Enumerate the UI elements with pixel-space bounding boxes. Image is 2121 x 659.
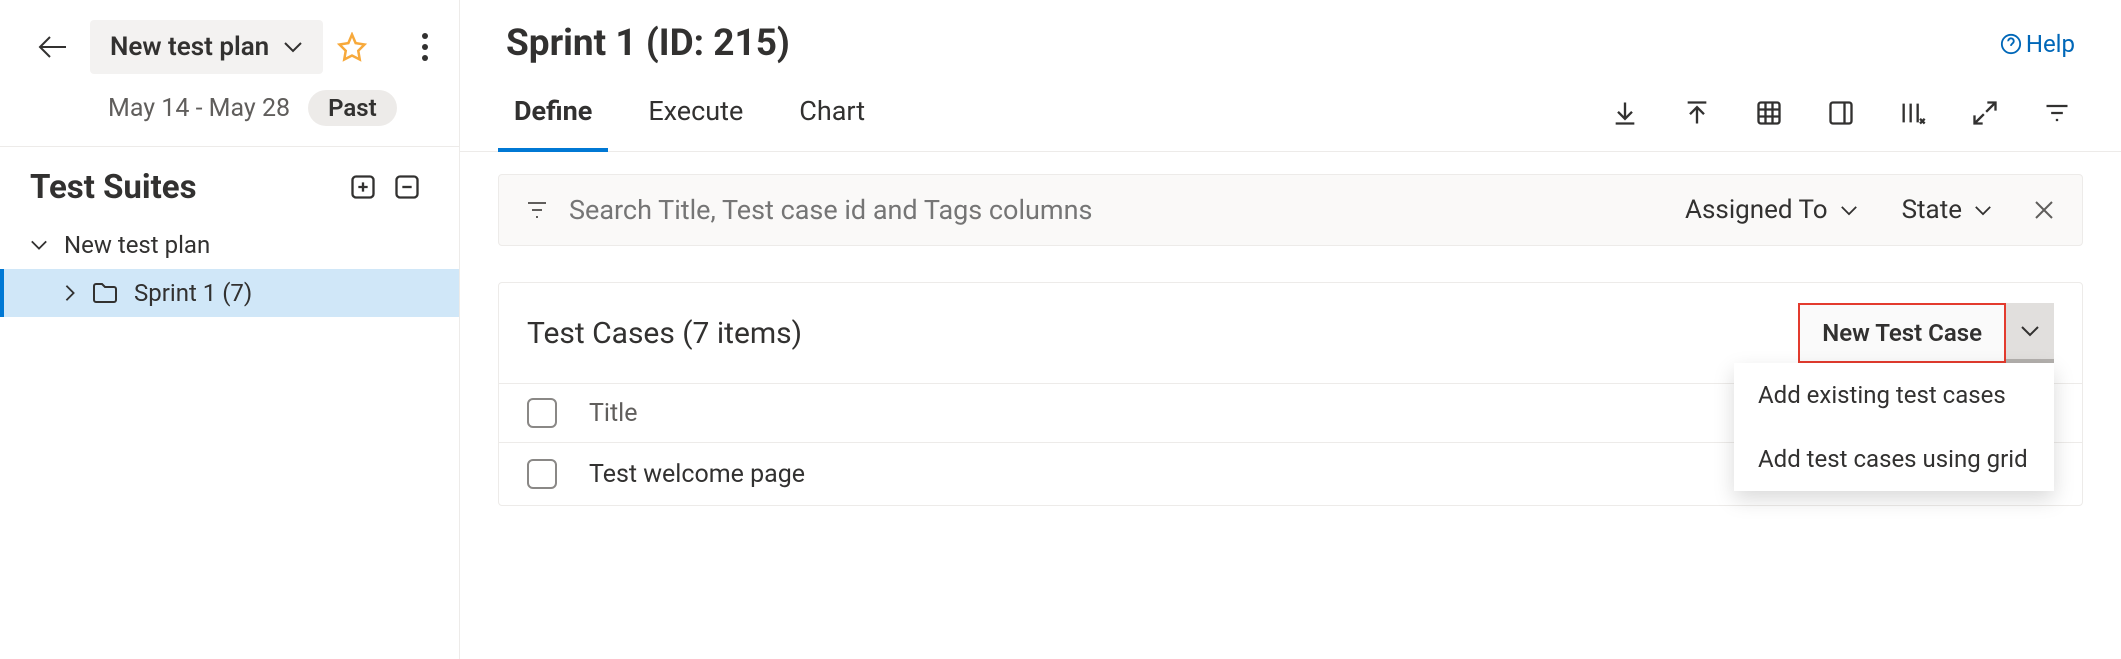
test-suites-header: Test Suites	[0, 146, 459, 215]
row-title: Test welcome page	[589, 460, 1754, 489]
page-title: Sprint 1 (ID: 215)	[506, 22, 2000, 65]
sidebar: New test plan May 14 - May 28 Past Test …	[0, 0, 460, 659]
test-suites-title: Test Suites	[30, 168, 341, 207]
date-range: May 14 - May 28	[108, 94, 290, 123]
favorite-star-icon[interactable]	[337, 32, 367, 62]
new-test-case-dropdown[interactable]	[2006, 303, 2054, 363]
back-icon[interactable]	[30, 29, 76, 65]
chevron-down-icon	[30, 239, 48, 251]
tabs-row: Define Execute Chart	[460, 75, 2121, 152]
new-test-case-menu: Add existing test cases Add test cases u…	[1734, 363, 2054, 491]
fullscreen-icon[interactable]	[1959, 87, 2011, 139]
plan-row: New test plan	[30, 20, 429, 74]
test-cases-card: Test Cases (7 items) New Test Case Add e…	[498, 282, 2083, 506]
test-plan-name: New test plan	[110, 32, 269, 62]
new-test-case-button[interactable]: New Test Case	[1798, 303, 2006, 363]
tab-chart[interactable]: Chart	[783, 75, 881, 151]
collapse-suite-icon[interactable]	[385, 165, 429, 209]
main-area: Sprint 1 (ID: 215) Help Define Execute C…	[460, 0, 2121, 659]
menu-add-grid[interactable]: Add test cases using grid	[1734, 427, 2054, 491]
tree-child-label: Sprint 1 (7)	[134, 279, 252, 307]
filter-icon[interactable]	[2031, 87, 2083, 139]
select-all-checkbox[interactable]	[527, 398, 557, 428]
more-options-icon[interactable]	[421, 32, 429, 62]
tree-root[interactable]: New test plan	[0, 221, 459, 269]
clear-filters-icon[interactable]	[2032, 198, 2056, 222]
table-title-row: Test Cases (7 items) New Test Case Add e…	[499, 283, 2082, 383]
search-input[interactable]	[569, 194, 1641, 226]
search-bar: Assigned To State	[498, 174, 2083, 246]
help-label: Help	[2026, 30, 2075, 58]
import-icon[interactable]	[1671, 87, 1723, 139]
export-icon[interactable]	[1599, 87, 1651, 139]
side-panel-icon[interactable]	[1815, 87, 1867, 139]
folder-icon	[92, 282, 118, 304]
add-suite-icon[interactable]	[341, 165, 385, 209]
column-options-icon[interactable]	[1887, 87, 1939, 139]
help-link[interactable]: Help	[2000, 30, 2075, 58]
new-test-case-split: New Test Case Add existing test cases Ad…	[1798, 303, 2054, 363]
col-header-title[interactable]: Title	[589, 399, 1754, 428]
tab-define[interactable]: Define	[498, 75, 608, 151]
tab-execute[interactable]: Execute	[632, 75, 759, 151]
tree-root-label: New test plan	[64, 231, 210, 259]
state-filter[interactable]: State	[1902, 195, 1992, 225]
date-range-row: May 14 - May 28 Past	[30, 90, 429, 126]
sidebar-header: New test plan May 14 - May 28 Past	[0, 0, 459, 126]
status-badge: Past	[308, 90, 397, 126]
suite-tree: New test plan Sprint 1 (7)	[0, 215, 459, 323]
menu-add-existing[interactable]: Add existing test cases	[1734, 363, 2054, 427]
assigned-to-filter[interactable]: Assigned To	[1685, 195, 1858, 225]
filter-lines-icon[interactable]	[525, 200, 549, 220]
chevron-down-icon	[283, 41, 303, 53]
state-label: State	[1902, 195, 1962, 225]
tree-child-sprint1[interactable]: Sprint 1 (7)	[0, 269, 459, 317]
chevron-right-icon	[64, 284, 76, 302]
main-header: Sprint 1 (ID: 215) Help	[460, 0, 2121, 75]
assigned-to-label: Assigned To	[1685, 195, 1828, 225]
row-checkbox[interactable]	[527, 459, 557, 489]
test-plan-selector[interactable]: New test plan	[90, 20, 323, 74]
table-title: Test Cases (7 items)	[527, 316, 1798, 351]
grid-view-icon[interactable]	[1743, 87, 1795, 139]
tab-toolbar	[1599, 87, 2083, 139]
